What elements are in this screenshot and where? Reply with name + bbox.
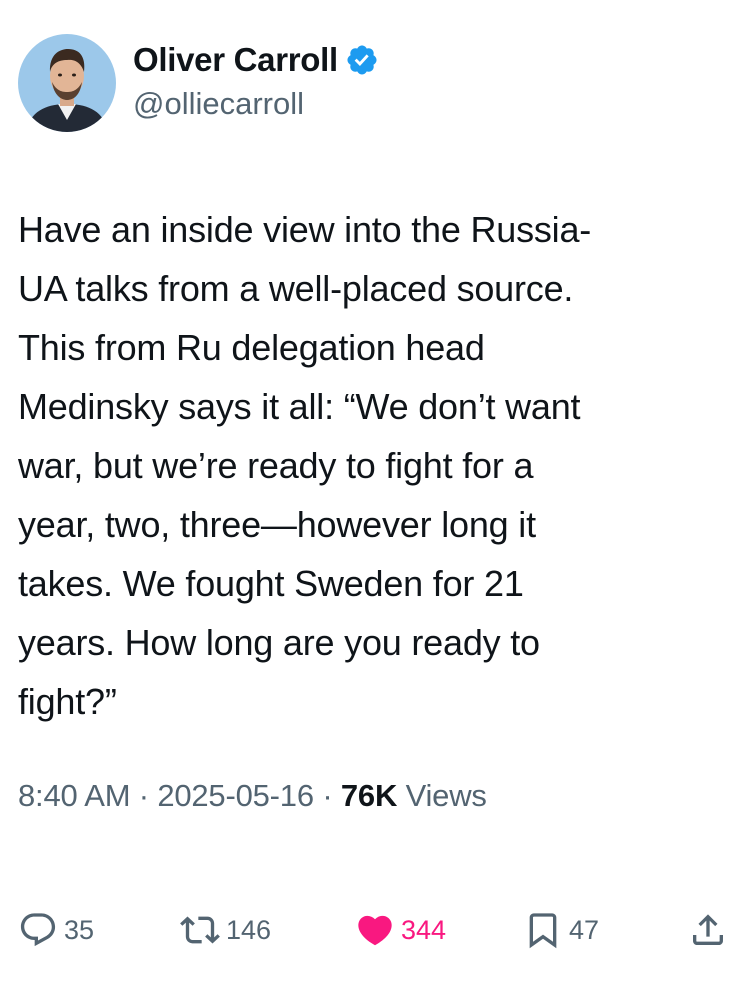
tweet-text-line: takes. We fought Sweden for 21 — [18, 563, 524, 604]
views-count[interactable]: 76K — [341, 778, 397, 813]
tweet-text-line: Medinsky says it all: “We don’t want — [18, 386, 581, 427]
tweet-text-line: Have an inside view into the Russia- — [18, 209, 592, 250]
tweet-time[interactable]: 8:40 AM — [18, 778, 131, 813]
reply-button[interactable]: 35 — [18, 908, 94, 952]
tweet-text: Have an inside view into the Russia- UA … — [18, 200, 730, 731]
tweet-meta: 8:40 AM · 2025-05-16 · 76K Views — [18, 778, 487, 814]
bookmark-button[interactable]: 47 — [523, 908, 599, 952]
repost-button[interactable]: 146 — [180, 908, 271, 952]
share-icon — [688, 910, 728, 950]
repost-icon — [180, 910, 220, 950]
meta-separator: · — [138, 778, 149, 813]
verified-badge-icon — [345, 43, 379, 77]
tweet-text-line: war, but we’re ready to fight for a — [18, 445, 534, 486]
author-row: Oliver Carroll — [133, 38, 379, 82]
tweet-text-line: This from Ru delegation head — [18, 327, 485, 368]
share-button[interactable] — [688, 908, 728, 952]
tweet-text-line: fight?” — [18, 681, 117, 722]
views-label: Views — [405, 778, 487, 813]
tweet-text-line: UA talks from a well-placed source. — [18, 268, 574, 309]
tweet-text-line: year, two, three—however long it — [18, 504, 536, 545]
heart-icon — [355, 910, 395, 950]
author-name[interactable]: Oliver Carroll — [133, 41, 338, 79]
avatar[interactable] — [18, 34, 116, 132]
bookmark-count: 47 — [569, 914, 600, 945]
tweet-text-line: years. How long are you ready to — [18, 622, 540, 663]
meta-separator: · — [322, 778, 333, 813]
bookmark-icon — [523, 910, 563, 950]
action-bar: 35 146 344 47 — [0, 900, 750, 960]
reply-count: 35 — [64, 914, 95, 945]
like-count: 344 — [401, 914, 447, 945]
tweet-date[interactable]: 2025-05-16 — [157, 778, 314, 813]
author-handle[interactable]: @olliecarroll — [133, 86, 304, 122]
reply-icon — [18, 910, 58, 950]
like-button[interactable]: 344 — [355, 908, 446, 952]
repost-count: 146 — [226, 914, 272, 945]
